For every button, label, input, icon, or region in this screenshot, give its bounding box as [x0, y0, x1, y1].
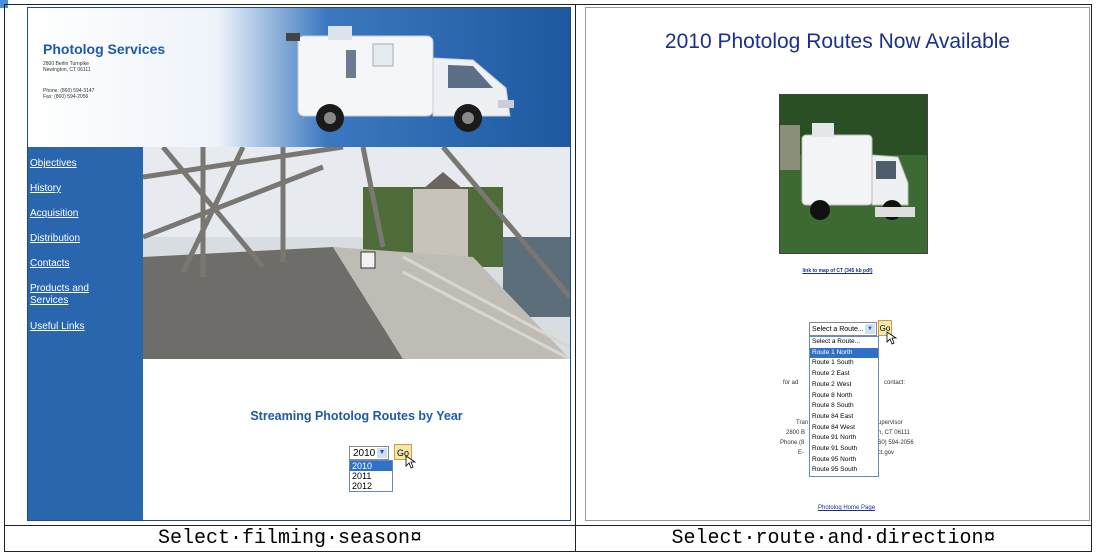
- year-select[interactable]: 2010 ▼: [349, 446, 389, 460]
- company-name: Photolog Services: [43, 41, 166, 57]
- route-option[interactable]: Route 2 West: [810, 380, 878, 391]
- nav-products-services[interactable]: Products and Services: [30, 283, 100, 307]
- route-option[interactable]: Route 8 South: [810, 401, 878, 412]
- nav-objectives[interactable]: Objectives: [30, 158, 140, 170]
- bg-text: 2800 B: [786, 430, 806, 436]
- nav-distribution[interactable]: Distribution: [30, 233, 140, 245]
- route-option[interactable]: Route 2 East: [810, 369, 878, 380]
- bg-text: contact:: [884, 380, 906, 386]
- route-select-value: Select a Route...: [812, 326, 864, 333]
- year-option[interactable]: 2012: [350, 481, 392, 491]
- route-option[interactable]: Route 1 South: [810, 358, 878, 369]
- year-select-value: 2010: [353, 448, 376, 459]
- route-option[interactable]: Route 91 South: [810, 444, 878, 455]
- bridge-photo-image: [143, 147, 570, 359]
- sidebar-nav: Objectives History Acquisition Distribut…: [30, 158, 140, 346]
- fax-line: Fax: (860) 594-2056: [43, 94, 89, 100]
- right-screenshot: 2010 Photolog Routes Now Available link …: [585, 7, 1090, 521]
- route-dropdown-list: Select a Route... Route 1 North Route 1 …: [809, 336, 879, 478]
- van-photo-image: [780, 95, 927, 253]
- main-content: Streaming Photolog Routes by Year 2010 ▼…: [143, 359, 570, 520]
- bg-text: for ad: [783, 380, 799, 386]
- route-select[interactable]: Select a Route... ▼: [809, 322, 877, 336]
- caption-left: Select·filming·season¤: [157, 527, 423, 550]
- routes-available-heading: 2010 Photolog Routes Now Available: [664, 30, 1011, 53]
- nav-history[interactable]: History: [30, 183, 140, 195]
- bg-text: E-: [798, 450, 804, 456]
- nav-useful-links[interactable]: Useful Links: [30, 321, 140, 333]
- route-option[interactable]: Select a Route...: [810, 337, 878, 348]
- company-address: 2800 Berlin Turnpike Newington, CT 06111: [43, 61, 91, 73]
- year-option[interactable]: 2011: [350, 471, 392, 481]
- caption-right: Select·route·and·direction¤: [671, 527, 996, 550]
- home-page-link[interactable]: Photolog Home Page: [818, 505, 875, 511]
- nav-acquisition[interactable]: Acquisition: [30, 208, 140, 220]
- route-option[interactable]: Route 1 North: [810, 347, 878, 359]
- bg-text: Phone (8: [780, 440, 805, 446]
- bg-text: upervisor: [878, 420, 903, 426]
- bg-text: Tran: [796, 420, 809, 426]
- route-option[interactable]: Route 95 South: [810, 465, 878, 476]
- bg-text: n, CT 06111: [878, 430, 911, 436]
- nav-contacts[interactable]: Contacts: [30, 258, 140, 270]
- route-option[interactable]: Route 84 East: [810, 412, 878, 423]
- company-phone: Phone: (860) 594-3147 Fax: (860) 594-205…: [43, 88, 94, 100]
- bg-text: 60) 594-2056: [878, 440, 914, 446]
- address-line: Newington, CT 06111: [43, 67, 91, 73]
- year-dropdown-list: 2010 2011 2012: [349, 460, 393, 492]
- map-pdf-link[interactable]: link to map of CT (345 kb pdf): [586, 268, 1089, 274]
- route-option[interactable]: Route 8 North: [810, 391, 878, 402]
- chevron-down-icon: ▼: [377, 448, 387, 458]
- bridge-photo: [143, 147, 570, 359]
- header-banner: Photolog Services 2800 Berlin Turnpike N…: [28, 8, 570, 147]
- streaming-routes-heading: Streaming Photolog Routes by Year: [250, 409, 463, 423]
- route-option[interactable]: Route 84 West: [810, 423, 878, 434]
- van-photo: [779, 94, 928, 254]
- mouse-cursor-icon: [405, 455, 417, 469]
- truck-illustration: [286, 26, 514, 132]
- bg-text: ct.gov: [878, 450, 895, 456]
- route-option[interactable]: Route 91 North: [810, 433, 878, 444]
- table-row-divider: [5, 525, 1091, 526]
- chevron-down-icon: ▼: [865, 324, 875, 334]
- table-column-divider: [575, 5, 576, 551]
- left-screenshot: Photolog Services 2800 Berlin Turnpike N…: [27, 7, 571, 521]
- mouse-cursor-icon: [886, 331, 898, 345]
- route-option[interactable]: Route 95 North: [810, 455, 878, 466]
- year-option[interactable]: 2010: [350, 461, 392, 471]
